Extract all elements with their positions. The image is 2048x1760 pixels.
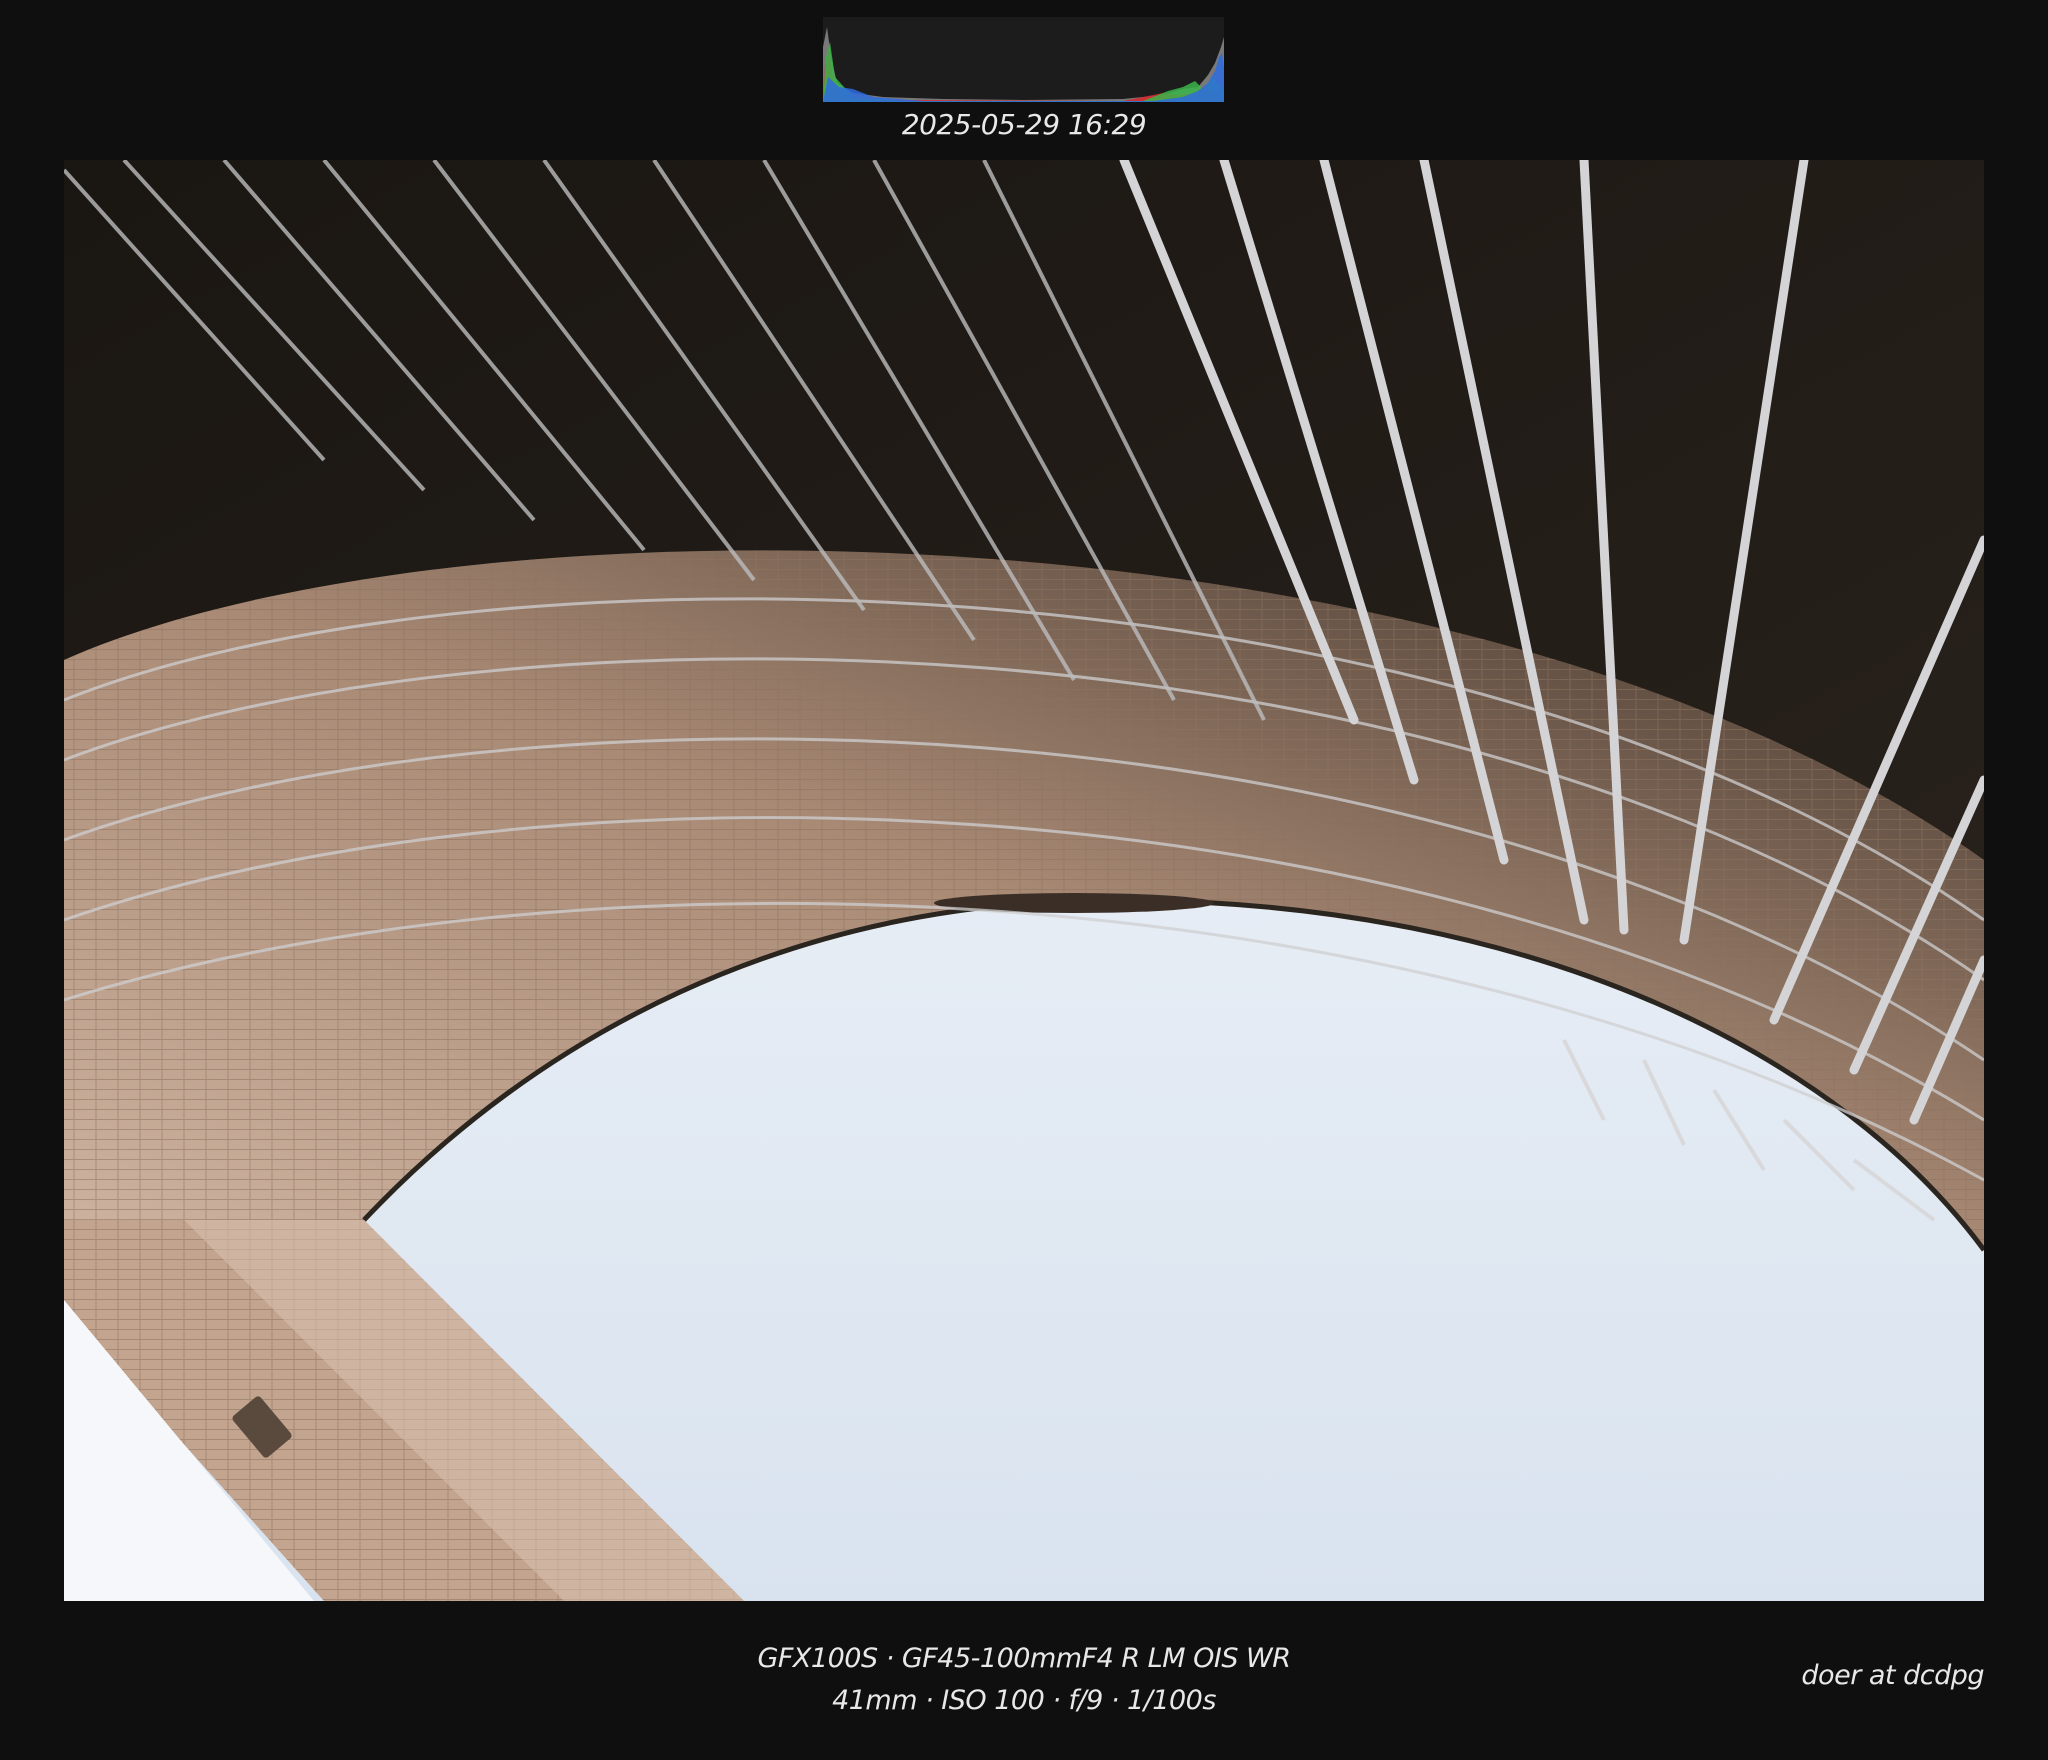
histogram-graph: [823, 17, 1224, 102]
exif-caption: GFX100S · GF45-100mmF4 R LM OIS WR 41mm …: [0, 1638, 2048, 1722]
camera-lens-line: GFX100S · GF45-100mmF4 R LM OIS WR: [757, 1643, 1291, 1674]
photo: [64, 160, 1984, 1601]
exposure-line: 41mm · ISO 100 · f/9 · 1/100s: [832, 1685, 1216, 1716]
timestamp: 2025-05-29 16:29: [901, 108, 1147, 141]
photographer-credit: doer at dcdpg: [1801, 1660, 1984, 1691]
arch-photo-image: [64, 160, 1984, 1601]
histogram: [823, 17, 1224, 102]
